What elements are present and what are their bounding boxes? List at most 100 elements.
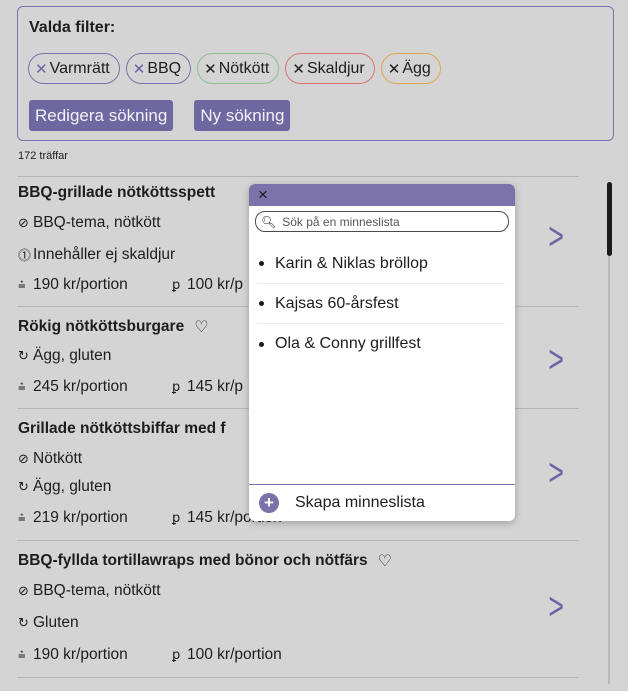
- memory-list-search[interactable]: 🔍︎: [255, 211, 509, 232]
- info-icon: ⓵: [18, 248, 32, 263]
- memory-list-search-input[interactable]: [282, 214, 503, 229]
- recipe-title[interactable]: Grillade nötköttsbiffar med f: [18, 420, 226, 438]
- dish-icon: ⩮: [18, 647, 26, 662]
- recipe-tags: ⊘ BBQ-tema, nötkött: [18, 582, 161, 600]
- scrollbar-thumb[interactable]: [607, 182, 612, 256]
- recipe-price-alt: ꝑ 100 kr/p: [172, 276, 243, 294]
- recipe-tags: ⊘ BBQ-tema, nötkött: [18, 214, 161, 232]
- create-memory-list-label: Skapa minneslista: [295, 494, 425, 511]
- memory-list-item[interactable]: Ola & Conny grillfest: [257, 324, 505, 364]
- memory-list-item-label: Kajsas 60-årsfest: [275, 294, 399, 312]
- price-per-portion: 245 kr/portion: [33, 378, 128, 395]
- drink-icon: ꝑ: [172, 277, 181, 292]
- divider: [17, 176, 579, 177]
- recipe-title-text: Rökig nötköttsburgare: [18, 318, 185, 335]
- recipe-price: ⩮ 245 kr/portion: [18, 378, 128, 396]
- chevron-right-icon[interactable]: >: [548, 452, 564, 495]
- alt-price-per-portion: 100 kr/portion: [187, 646, 282, 663]
- remove-icon[interactable]: ✕: [388, 60, 401, 78]
- bullet: [259, 261, 264, 266]
- price-per-portion: 219 kr/portion: [33, 509, 128, 526]
- chip-label: Skaldjur: [306, 59, 365, 77]
- recipe-tags: ⊘ Nötkött: [18, 450, 82, 468]
- filters-title: Valda filter:: [29, 19, 116, 36]
- recipe-title-text: BBQ-fyllda tortillawraps med bönor och n…: [18, 552, 368, 569]
- filter-chip-notkott[interactable]: ✕ Nötkött: [197, 53, 280, 84]
- recipe-allergens: ↻ Ägg, gluten: [18, 347, 111, 365]
- chip-label: Ägg: [402, 59, 431, 77]
- popup-header: ×: [249, 184, 515, 206]
- memory-list-item[interactable]: Kajsas 60-årsfest: [257, 284, 505, 324]
- memory-list: Karin & Niklas bröllop Kajsas 60-årsfest…: [257, 244, 505, 364]
- recipe-tag-text: BBQ-tema, nötkött: [33, 582, 161, 599]
- bullet: [259, 341, 264, 347]
- filter-chip-skaldjur[interactable]: ✕ Skaldjur: [285, 53, 375, 84]
- dish-icon: ⩮: [18, 277, 26, 292]
- memory-list-item[interactable]: Karin & Niklas bröllop: [257, 244, 505, 284]
- chip-label: Varmrätt: [49, 59, 110, 77]
- memory-list-popup: × 🔍︎ Karin & Niklas bröllop Kajsas 60-år…: [249, 184, 515, 521]
- filter-chips: ✕ Varmrätt ✕ BBQ ✕ Nötkött ✕ Skaldjur ✕ Ägg: [28, 53, 441, 84]
- recipe-tag-text: Nötkött: [33, 450, 83, 467]
- filter-chip-bbq[interactable]: ✕ BBQ: [125, 53, 192, 84]
- refresh-icon: ↻: [18, 615, 29, 630]
- divider: [17, 677, 579, 678]
- drink-icon: ꝑ: [172, 510, 181, 525]
- remove-icon[interactable]: ✕: [292, 60, 305, 78]
- recipe-allergy-info: ⓵ Innehåller ej skaldjur: [18, 245, 175, 264]
- chip-label: Nötkött: [218, 59, 270, 77]
- memory-list-item-label: Ola & Conny grillfest: [275, 335, 421, 352]
- chevron-right-icon[interactable]: >: [548, 339, 564, 382]
- memory-list-item-label: Karin & Niklas bröllop: [275, 254, 428, 272]
- recipe-allergy-text: Innehåller ej skaldjur: [33, 245, 176, 263]
- recipe-price-alt: ꝑ 100 kr/portion: [172, 646, 282, 664]
- recipe-price: ⩮ 190 kr/portion: [18, 646, 128, 664]
- check-circle-icon: ⊘: [18, 451, 29, 466]
- filter-chip-agg[interactable]: ✕ Ägg: [380, 53, 441, 84]
- remove-icon[interactable]: ✕: [133, 60, 146, 78]
- recipe-allergen-text: Gluten: [33, 614, 79, 631]
- check-circle-icon: ⊘: [18, 583, 29, 598]
- dish-icon: ⩮: [18, 510, 26, 525]
- filter-chip-varmratt[interactable]: ✕ Varmrätt: [28, 53, 120, 84]
- recipe-title[interactable]: BBQ-fyllda tortillawraps med bönor och n…: [18, 551, 392, 571]
- recipe-allergens: ↻ Gluten: [18, 614, 79, 632]
- scrollbar-track[interactable]: [608, 256, 610, 684]
- selected-filters-panel: Valda filter: ✕ Varmrätt ✕ BBQ ✕ Nötkött ✕ S…: [17, 6, 614, 141]
- refresh-icon: ↻: [18, 348, 29, 363]
- recipe-title[interactable]: Rökig nötköttsburgare ♡: [18, 317, 209, 337]
- edit-search-button[interactable]: Redigera sökning: [29, 100, 174, 131]
- recipe-price-alt: ꝑ 145 kr/p: [172, 378, 243, 396]
- drink-icon: ꝑ: [172, 379, 181, 394]
- bullet: [259, 301, 264, 306]
- plus-icon: +: [259, 493, 279, 513]
- recipe-allergens: ↻ Ägg, gluten: [18, 478, 111, 496]
- chip-label: BBQ: [147, 59, 182, 77]
- search-icon: 🔍︎: [261, 214, 277, 229]
- recipe-title[interactable]: BBQ-grillade nötköttsspett: [18, 184, 215, 202]
- search-buttons: Redigera sökning Ny sökning: [29, 100, 291, 131]
- drink-icon: ꝑ: [172, 647, 181, 662]
- close-icon[interactable]: ×: [258, 185, 268, 205]
- recipe-price: ⩮ 219 kr/portion: [18, 509, 128, 527]
- dish-icon: ⩮: [18, 379, 26, 394]
- alt-price-per-portion: 100 kr/p: [187, 276, 244, 293]
- chevron-right-icon[interactable]: >: [548, 216, 564, 259]
- chevron-right-icon[interactable]: >: [548, 586, 564, 629]
- new-search-button[interactable]: Ny sökning: [194, 100, 291, 131]
- refresh-icon: ↻: [18, 479, 29, 494]
- recipe-allergen-text: Ägg, gluten: [33, 347, 112, 364]
- hit-count: 172 träffar: [18, 150, 68, 162]
- remove-icon[interactable]: ✕: [35, 60, 48, 78]
- recipe-tag-text: BBQ-tema, nötkött: [33, 214, 161, 231]
- check-circle-icon: ⊘: [18, 215, 29, 230]
- heart-icon[interactable]: ♡: [194, 317, 208, 337]
- price-per-portion: 190 kr/portion: [33, 646, 128, 663]
- alt-price-per-portion: 145 kr/p: [187, 378, 244, 395]
- price-per-portion: 190 kr/portion: [33, 276, 128, 293]
- remove-icon[interactable]: ✕: [204, 60, 217, 78]
- create-memory-list-button[interactable]: + Skapa minneslista: [249, 484, 515, 521]
- recipe-price: ⩮ 190 kr/portion: [18, 276, 128, 294]
- heart-icon[interactable]: ♡: [378, 551, 392, 571]
- recipe-allergen-text: Ägg, gluten: [33, 478, 112, 495]
